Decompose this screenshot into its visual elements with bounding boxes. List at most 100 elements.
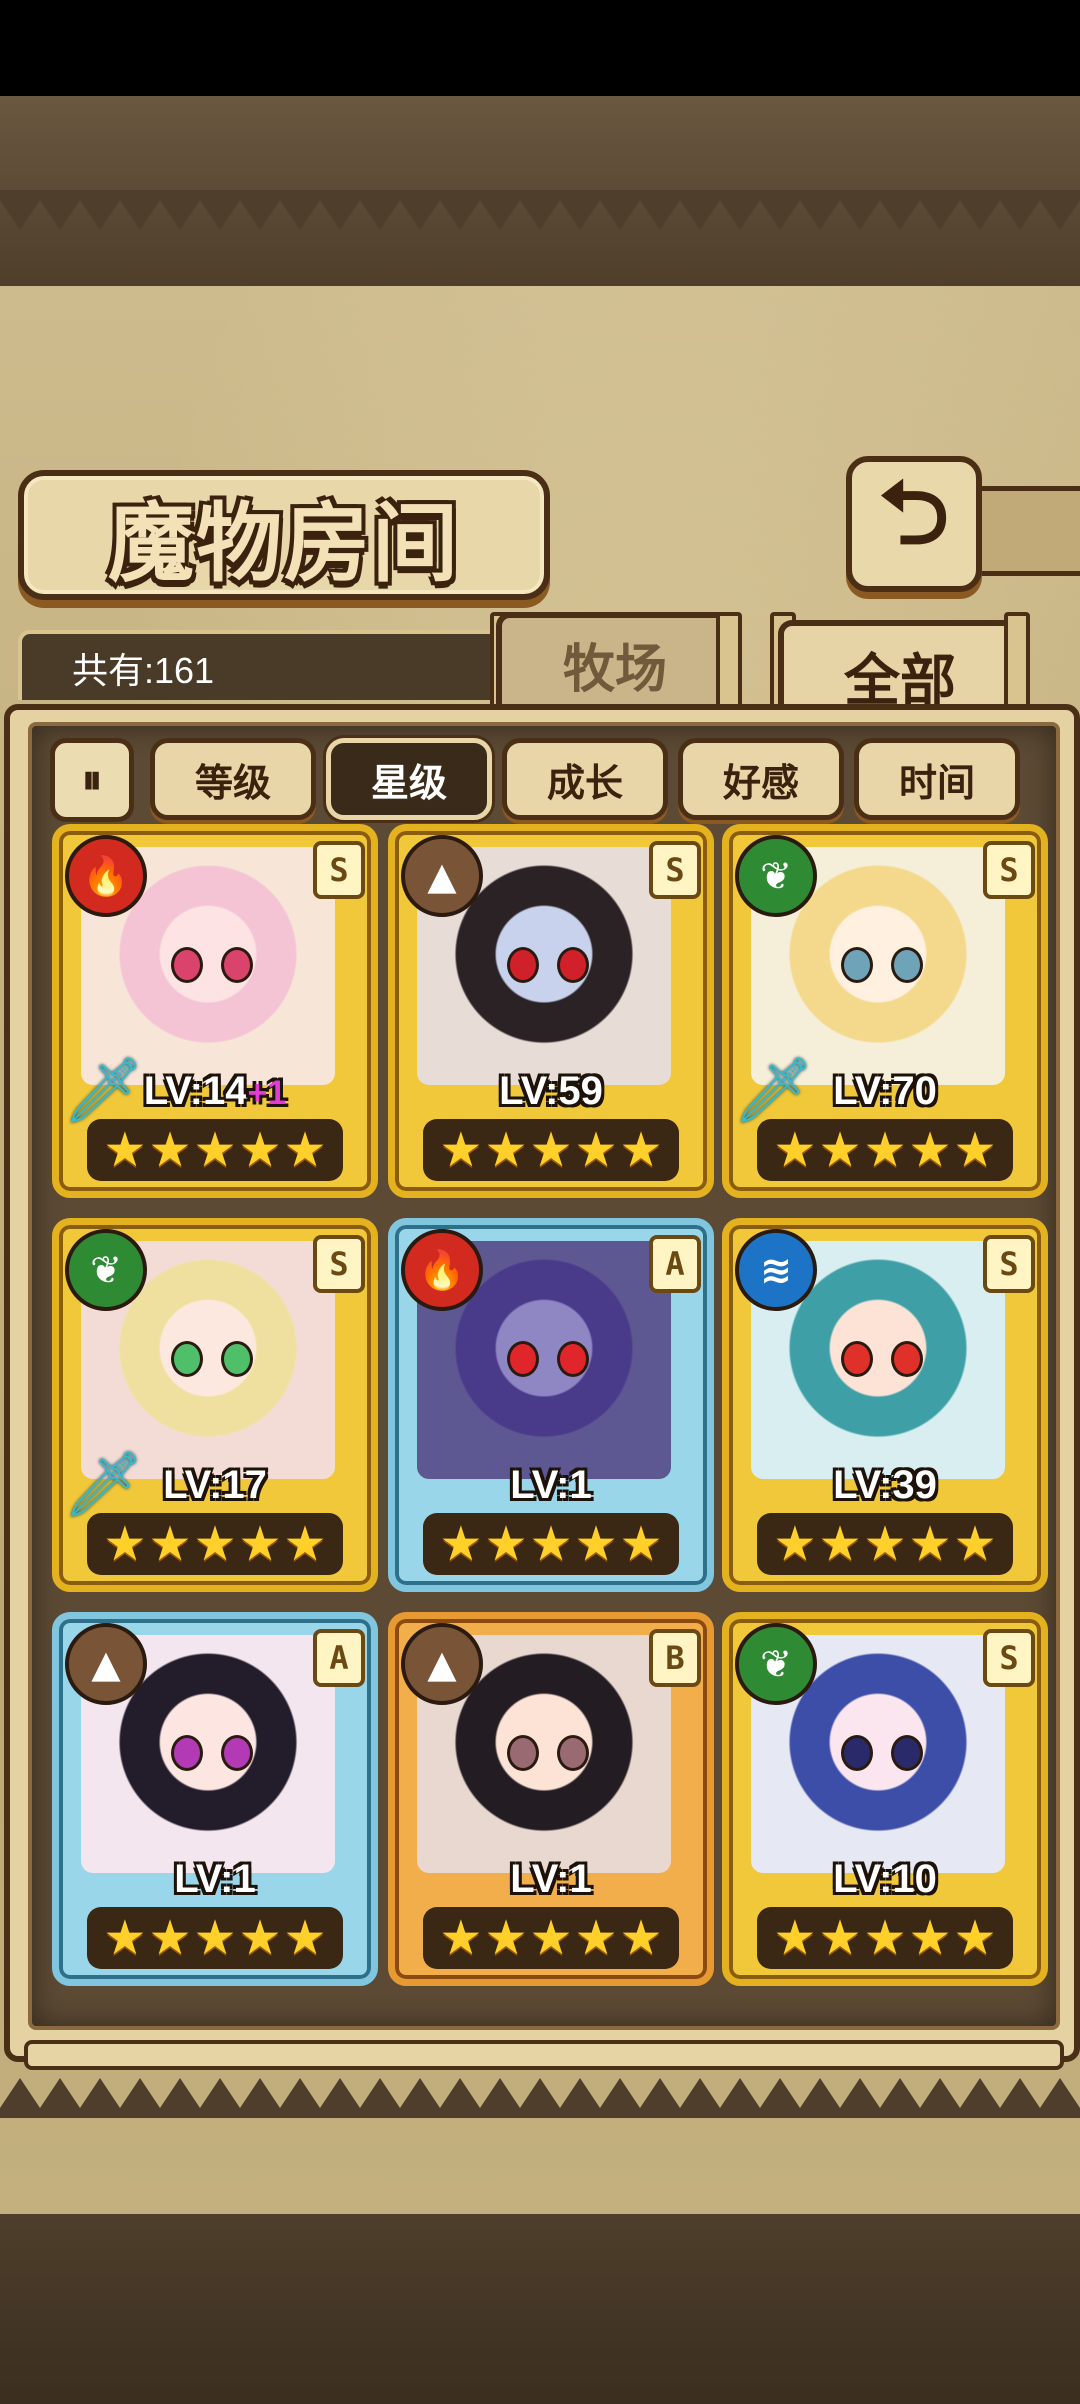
monster-eye <box>221 1341 253 1377</box>
star-icon: ★ <box>484 1122 528 1178</box>
star-icon: ★ <box>529 1910 573 1966</box>
star-icon: ★ <box>773 1516 817 1572</box>
star-rating: ★ ★ ★ ★ ★ <box>423 1119 679 1181</box>
star-rating: ★ ★ ★ ★ ★ <box>87 1513 343 1575</box>
star-icon: ★ <box>953 1910 997 1966</box>
monster-eye <box>221 947 253 983</box>
star-icon: ★ <box>193 1910 237 1966</box>
sort-affection-button[interactable]: 好感 <box>678 738 844 820</box>
earth-element-icon: ▲ <box>401 1623 483 1705</box>
star-icon: ★ <box>439 1122 483 1178</box>
monster-card[interactable]: ≋ S LV:39 ★ ★ ★ ★ ★ <box>722 1218 1048 1592</box>
level-text: LV:1 <box>510 1857 592 1901</box>
star-icon: ★ <box>529 1516 573 1572</box>
star-icon: ★ <box>818 1910 862 1966</box>
panel-bottom-rail <box>24 2040 1064 2070</box>
rarity-badge: B <box>649 1629 701 1687</box>
star-icon: ★ <box>529 1122 573 1178</box>
monster-eye <box>557 1341 589 1377</box>
star-icon: ★ <box>574 1910 618 1966</box>
star-rating: ★ ★ ★ ★ ★ <box>87 1119 343 1181</box>
monster-eye <box>507 1735 539 1771</box>
level-text: LV:10 <box>833 1857 937 1901</box>
monster-eye <box>841 947 873 983</box>
monster-eye <box>171 1341 203 1377</box>
star-icon: ★ <box>908 1910 952 1966</box>
star-icon: ★ <box>773 1122 817 1178</box>
rarity-badge: S <box>649 841 701 899</box>
star-icon: ★ <box>283 1516 327 1572</box>
monster-eye <box>557 1735 589 1771</box>
sort-order-icon: ⏸ <box>82 757 102 803</box>
monster-eye <box>171 947 203 983</box>
monster-level: LV:14+1 <box>59 1069 371 1114</box>
star-icon: ★ <box>103 1516 147 1572</box>
back-button[interactable]: ⮌ <box>846 456 982 592</box>
star-icon: ★ <box>193 1516 237 1572</box>
monster-eye <box>507 947 539 983</box>
level-text: LV:39 <box>833 1463 937 1507</box>
star-icon: ★ <box>863 1516 907 1572</box>
level-text: LV:17 <box>163 1463 267 1507</box>
bottom-map-band <box>0 2214 1080 2404</box>
monster-eye <box>841 1735 873 1771</box>
monster-card[interactable]: 🔥 A LV:1 ★ ★ ★ ★ ★ <box>388 1218 714 1592</box>
star-icon: ★ <box>148 1122 192 1178</box>
star-icon: ★ <box>619 1122 663 1178</box>
star-rating: ★ ★ ★ ★ ★ <box>757 1907 1013 1969</box>
monster-card[interactable]: ❦ S 🗡 LV:17 ★ ★ ★ ★ ★ <box>52 1218 378 1592</box>
monster-eye <box>891 1735 923 1771</box>
star-icon: ★ <box>439 1910 483 1966</box>
star-icon: ★ <box>283 1910 327 1966</box>
star-icon: ★ <box>574 1516 618 1572</box>
level-bonus: +1 <box>247 1074 287 1112</box>
star-icon: ★ <box>908 1516 952 1572</box>
monster-card[interactable]: ▲ S LV:59 ★ ★ ★ ★ ★ <box>388 824 714 1198</box>
star-icon: ★ <box>863 1122 907 1178</box>
monster-eye <box>557 947 589 983</box>
sort-star-button[interactable]: 星级 <box>326 738 492 820</box>
bottom-zigzag-edge <box>0 2078 1080 2118</box>
rarity-badge: S <box>313 1235 365 1293</box>
star-rating: ★ ★ ★ ★ ★ <box>757 1119 1013 1181</box>
monster-card[interactable]: ▲ A LV:1 ★ ★ ★ ★ ★ <box>52 1612 378 1986</box>
star-icon: ★ <box>193 1122 237 1178</box>
monster-card[interactable]: ❦ S LV:10 ★ ★ ★ ★ ★ <box>722 1612 1048 1986</box>
top-zigzag-edge <box>0 190 1080 230</box>
star-icon: ★ <box>238 1910 282 1966</box>
star-icon: ★ <box>619 1516 663 1572</box>
star-rating: ★ ★ ★ ★ ★ <box>87 1907 343 1969</box>
monster-eye <box>891 1341 923 1377</box>
star-icon: ★ <box>148 1910 192 1966</box>
monster-level: LV:1 <box>395 1463 707 1508</box>
star-icon: ★ <box>484 1910 528 1966</box>
rarity-badge: S <box>983 1629 1035 1687</box>
page-title: 魔物房间 <box>108 492 460 594</box>
wood-element-icon: ❦ <box>735 835 817 917</box>
tab-post <box>716 612 742 716</box>
monster-eye <box>891 947 923 983</box>
level-text: LV:59 <box>499 1069 603 1113</box>
earth-element-icon: ▲ <box>65 1623 147 1705</box>
monster-card[interactable]: ❦ S 🗡 LV:70 ★ ★ ★ ★ ★ <box>722 824 1048 1198</box>
sort-time-button[interactable]: 时间 <box>854 738 1020 820</box>
sort-growth-button[interactable]: 成长 <box>502 738 668 820</box>
monster-eye <box>507 1341 539 1377</box>
monster-level: LV:39 <box>729 1463 1041 1508</box>
star-icon: ★ <box>103 1122 147 1178</box>
fire-element-icon: 🔥 <box>401 1229 483 1311</box>
star-icon: ★ <box>283 1122 327 1178</box>
level-text: LV:14 <box>143 1069 248 1113</box>
monster-card[interactable]: 🔥 S 🗡 LV:14+1 ★ ★ ★ ★ ★ <box>52 824 378 1198</box>
star-icon: ★ <box>574 1122 618 1178</box>
tab-ranch[interactable]: 牧场 <box>496 612 734 710</box>
monster-eye <box>841 1341 873 1377</box>
star-icon: ★ <box>148 1516 192 1572</box>
sort-order-button[interactable]: ⏸ <box>50 738 134 822</box>
monster-card[interactable]: ▲ B LV:1 ★ ★ ★ ★ ★ <box>388 1612 714 1986</box>
sort-level-button[interactable]: 等级 <box>150 738 316 820</box>
star-icon: ★ <box>439 1516 483 1572</box>
star-rating: ★ ★ ★ ★ ★ <box>423 1907 679 1969</box>
return-arrow-icon: ⮌ <box>878 460 950 564</box>
monster-eye <box>221 1735 253 1771</box>
